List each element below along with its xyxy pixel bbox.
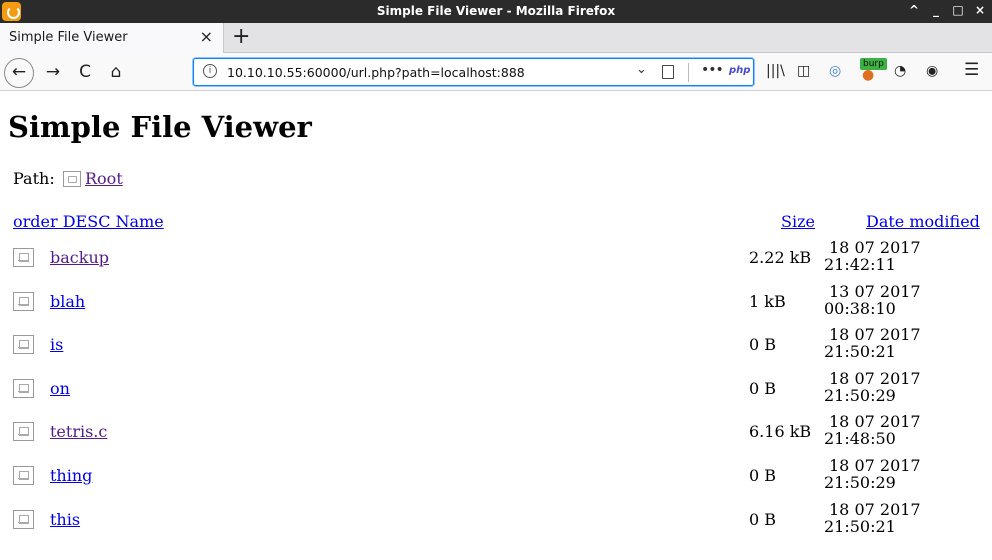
file-icon (13, 379, 34, 398)
file-size: 0 B (749, 510, 777, 529)
file-size: 2.22 kB (749, 248, 812, 267)
file-date-time: 00:38:10 (824, 299, 896, 318)
minimize-icon[interactable]: _ (930, 3, 942, 17)
folder-icon (63, 170, 81, 187)
home-button[interactable]: ⌂ (103, 59, 129, 85)
tab-simple-file-viewer[interactable]: Simple File Viewer × (0, 23, 224, 53)
file-date-day: 18 07 2017 (829, 238, 921, 257)
file-size: 6.16 kB (749, 422, 812, 441)
window-titlebar: Simple File Viewer - Mozilla Firefox ^ _… (0, 0, 992, 23)
file-link[interactable]: backup (50, 248, 109, 267)
file-date: 18 07 2017 21:50:29 (824, 370, 921, 404)
tab-close-icon[interactable]: × (200, 27, 213, 46)
path-label: Path: (13, 169, 55, 188)
info-icon[interactable]: i (203, 64, 217, 78)
chevron-down-icon[interactable]: ⌄ (636, 62, 647, 77)
extension-icon[interactable]: ◉ (926, 63, 938, 81)
file-link[interactable]: this (50, 510, 80, 529)
file-date: 18 07 2017 21:42:11 (824, 239, 921, 273)
file-size: 0 B (749, 335, 777, 354)
file-date: 13 07 2017 00:38:10 (824, 283, 921, 317)
file-link[interactable]: thing (50, 466, 92, 485)
file-row: backup 2.22 kB 18 07 2017 21:42:11 (0, 238, 992, 282)
file-link[interactable]: is (50, 335, 63, 354)
file-link[interactable]: on (50, 379, 70, 398)
file-date-day: 18 07 2017 (829, 369, 921, 388)
url-bar[interactable]: i 10.10.10.55:60000/url.php?path=localho… (193, 58, 754, 86)
sidebar-icon[interactable]: ◫ (797, 63, 810, 81)
file-size: 0 B (749, 379, 777, 398)
file-row: blah 1 kB 13 07 2017 00:38:10 (0, 282, 992, 326)
file-date-day: 18 07 2017 (829, 325, 921, 344)
tab-label: Simple File Viewer (9, 30, 128, 45)
page-content: Simple File Viewer Path: Root order DESC… (0, 92, 992, 560)
file-date: 18 07 2017 21:50:21 (824, 501, 921, 535)
file-row: this 0 B 18 07 2017 21:50:21 (0, 500, 992, 544)
sort-date-link[interactable]: Date modified (866, 212, 980, 231)
file-date-time: 21:50:21 (824, 342, 896, 361)
tab-bar: Simple File Viewer × + (0, 23, 992, 53)
file-row: thing 0 B 18 07 2017 21:50:29 (0, 456, 992, 500)
window-title: Simple File Viewer - Mozilla Firefox (376, 4, 616, 18)
file-date-day: 18 07 2017 (829, 456, 921, 475)
file-icon (13, 248, 34, 267)
back-button[interactable]: ← (4, 58, 34, 88)
file-date-day: 18 07 2017 (829, 500, 921, 519)
file-icon (13, 335, 34, 354)
window-controls: ^ _ □ × (908, 3, 986, 17)
url-text[interactable]: 10.10.10.55:60000/url.php?path=localhost… (227, 65, 525, 80)
file-date-time: 21:42:11 (824, 255, 896, 274)
burp-icon[interactable]: ● (862, 67, 874, 85)
file-size: 1 kB (749, 292, 786, 311)
restore-icon[interactable]: □ (952, 3, 964, 17)
file-icon (13, 422, 34, 441)
file-date-day: 13 07 2017 (829, 282, 921, 301)
sort-size-link[interactable]: Size (781, 212, 815, 231)
file-row: tetris.c 6.16 kB 18 07 2017 21:48:50 (0, 412, 992, 456)
vpn-globe-icon[interactable]: ◎ (829, 63, 841, 81)
file-date-time: 21:50:21 (824, 517, 896, 536)
file-icon (13, 292, 34, 311)
file-link[interactable]: blah (50, 292, 85, 311)
file-date-time: 21:50:29 (824, 473, 896, 492)
file-size: 0 B (749, 466, 777, 485)
root-link-label: Root (85, 169, 123, 188)
root-link[interactable]: Root (63, 169, 123, 188)
file-date: 18 07 2017 21:50:21 (824, 326, 921, 360)
file-date-time: 21:48:50 (824, 429, 896, 448)
file-date-day: 18 07 2017 (829, 412, 921, 431)
file-icon (13, 466, 34, 485)
new-tab-button[interactable]: + (232, 24, 250, 49)
close-window-icon[interactable]: × (974, 3, 986, 17)
file-date-time: 21:50:29 (824, 386, 896, 405)
forward-button[interactable]: → (40, 59, 66, 85)
library-icon[interactable]: |||\ (766, 63, 785, 81)
nav-toolbar: ← → C ⌂ i 10.10.10.55:60000/url.php?path… (0, 53, 992, 91)
maximize-up-icon[interactable]: ^ (908, 3, 920, 17)
page-actions-icon[interactable]: ••• (701, 62, 724, 78)
sort-name-link[interactable]: order DESC Name (13, 212, 164, 231)
hamburger-menu-icon[interactable]: ☰ (964, 60, 979, 80)
file-icon (13, 510, 34, 529)
page-title: Simple File Viewer (8, 110, 312, 144)
file-date: 18 07 2017 21:50:29 (824, 457, 921, 491)
url-separator (688, 63, 689, 82)
reader-view-icon[interactable] (662, 65, 674, 79)
cookie-icon[interactable]: ◔ (894, 63, 906, 81)
file-row: is 0 B 18 07 2017 21:50:21 (0, 325, 992, 369)
file-row: on 0 B 18 07 2017 21:50:29 (0, 369, 992, 413)
file-date: 18 07 2017 21:48:50 (824, 413, 921, 447)
php-extension-icon[interactable]: php (729, 65, 750, 76)
reload-button[interactable]: C (72, 59, 98, 85)
file-link[interactable]: tetris.c (50, 422, 107, 441)
